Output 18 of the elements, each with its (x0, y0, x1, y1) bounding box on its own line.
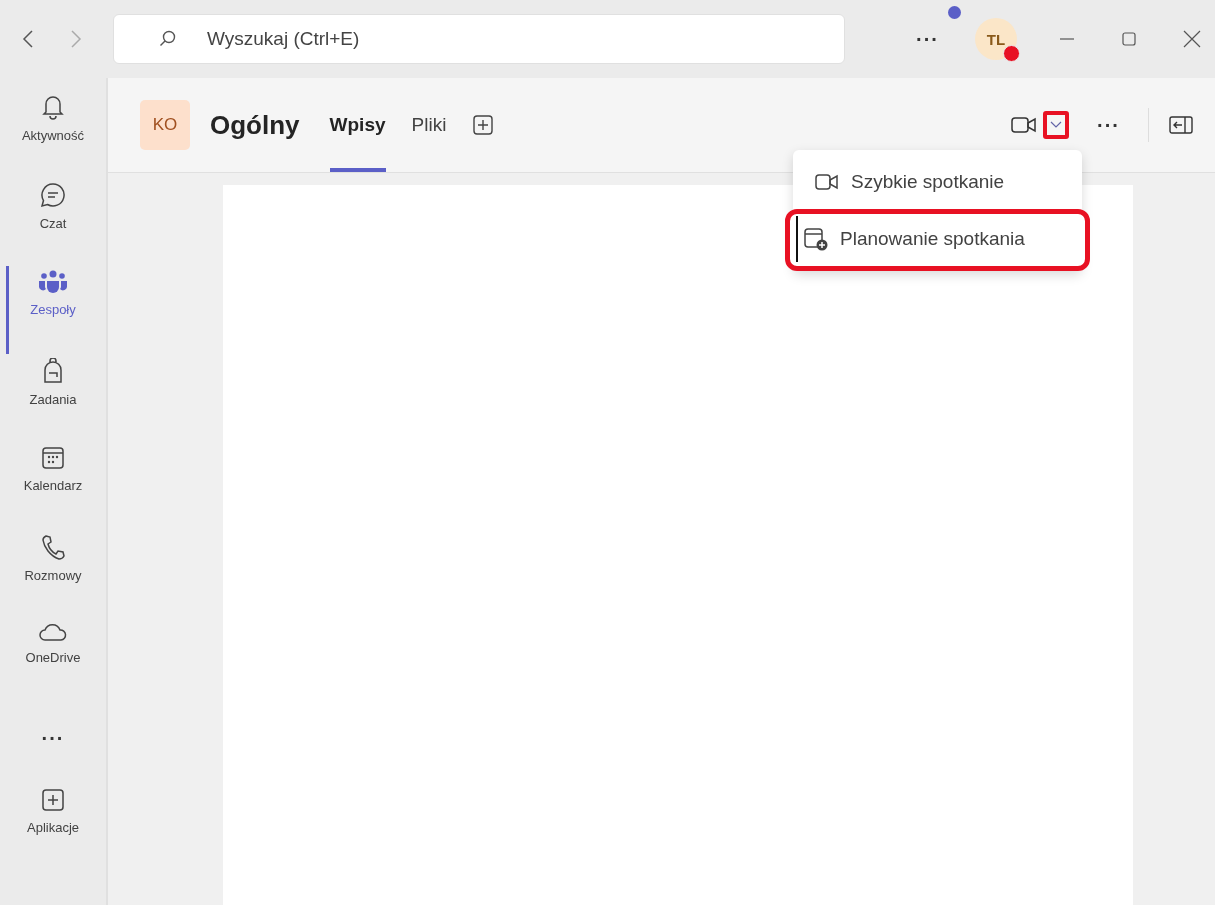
more-options-button[interactable]: ··· (1097, 115, 1120, 135)
app-bar-item[interactable]: Rozmowy (0, 530, 106, 618)
channel-name: Ogólny (210, 109, 300, 141)
app-bar-item[interactable]: Kalendarz (0, 442, 106, 530)
app-bar-item[interactable]: Zadania (0, 354, 106, 442)
app-bar-item[interactable]: OneDrive (0, 618, 106, 706)
app-bar-item[interactable]: Aktywność (0, 90, 106, 178)
more-apps-button[interactable]: ··· (0, 728, 106, 748)
app-bar-item[interactable]: Aplikacje (0, 784, 106, 872)
more-options-button[interactable]: ··· (916, 29, 939, 49)
channel-tab[interactable]: Pliki (411, 78, 447, 172)
channel-tab[interactable]: Wpisy (329, 78, 386, 172)
menu-item[interactable]: Planowanie spotkania (796, 216, 1085, 262)
menu-item[interactable]: Szybkie spotkanie (793, 158, 1082, 206)
app-bar-item[interactable]: Czat (0, 178, 106, 266)
user-avatar[interactable]: TL (975, 18, 1017, 60)
search-field[interactable]: Wyszukaj (Ctrl+E) (113, 14, 845, 64)
team-avatar: KO (140, 100, 190, 150)
